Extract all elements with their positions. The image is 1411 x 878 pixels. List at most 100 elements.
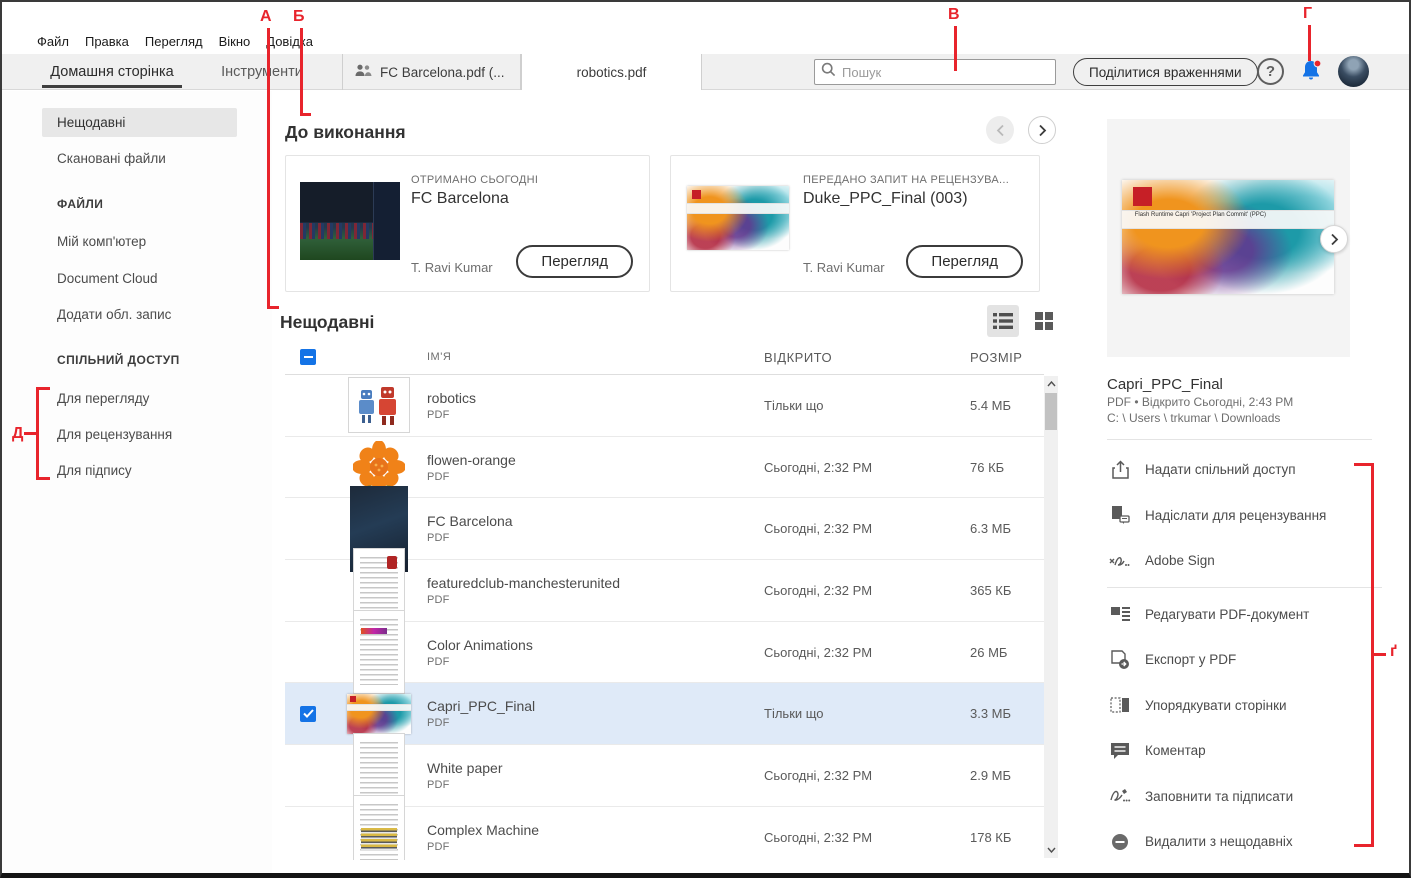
annotation-label-v: В (948, 6, 960, 23)
action-share[interactable]: Надати спільний доступ (1107, 447, 1382, 493)
column-header-size[interactable]: РОЗМІР (970, 350, 1044, 365)
scroll-up-icon[interactable] (1044, 377, 1058, 391)
scroll-down-icon[interactable] (1044, 843, 1058, 857)
action-comment[interactable]: Коментар (1107, 728, 1382, 774)
menu-file[interactable]: Файл (29, 34, 77, 49)
file-opened: Сьогодні, 2:32 PM (764, 767, 873, 783)
sidebar-header-files: ФАЙЛИ (57, 197, 104, 211)
action-adobe-sign[interactable]: Adobe Sign (1107, 538, 1382, 584)
tab-document-fc-barcelona[interactable]: FC Barcelona.pdf (... (342, 54, 521, 90)
robotics-thumbnail (348, 377, 410, 434)
divider (1107, 586, 1382, 588)
sidebar-item-my-computer[interactable]: Мій комп'ютер (42, 227, 237, 256)
details-file-path: C: \ Users \ trkumar \ Downloads (1107, 411, 1281, 425)
people-icon (355, 64, 372, 80)
vertical-scrollbar[interactable] (1044, 376, 1058, 858)
file-size: 3.3 МБ (970, 706, 1012, 722)
slide-title-band (347, 704, 411, 711)
action-label: Видалити з нещодавніх (1145, 834, 1293, 850)
adobe-logo (350, 696, 356, 702)
grid-view-icon[interactable] (1028, 305, 1060, 337)
menu-window[interactable]: Вікно (211, 34, 259, 49)
view-button[interactable]: Перегляд (516, 245, 633, 278)
preview-next-page-button[interactable] (1320, 225, 1348, 253)
send-review-icon (1109, 505, 1131, 525)
action-export-pdf[interactable]: Експорт у PDF (1107, 637, 1382, 683)
file-type: PDF (427, 470, 450, 483)
card-title: Duke_PPC_Final (003) (803, 190, 968, 207)
search-input[interactable] (842, 64, 1049, 80)
file-name: Complex Machine (427, 821, 540, 838)
annotation-bracket-d-top (36, 387, 50, 390)
view-button[interactable]: Перегляд (906, 245, 1023, 278)
user-avatar[interactable] (1338, 56, 1369, 87)
search-icon (821, 62, 836, 82)
tab-home[interactable]: Домашня сторінка (32, 54, 192, 90)
file-type: PDF (427, 778, 450, 791)
action-label: Заповнити та підписати (1145, 788, 1294, 804)
annotation-line-b (300, 28, 303, 116)
file-row-color-animations[interactable]: Color Animations PDF Сьогодні, 2:32 PM 26… (285, 610, 1044, 695)
file-type: PDF (427, 532, 450, 545)
file-size: 5.4 МБ (970, 397, 1012, 413)
sidebar-item-scans[interactable]: Скановані файли (42, 144, 237, 173)
share-upload-icon (1109, 460, 1131, 480)
tab-document-robotics[interactable]: robotics.pdf (521, 54, 702, 90)
todo-card-fc-barcelona[interactable]: ОТРИМАНО СЬОГОДНІ FC Barcelona T. Ravi K… (285, 155, 650, 292)
annotation-label-g: Г (1303, 5, 1313, 22)
capri-thumbnail (347, 693, 411, 734)
todo-card-duke-ppc[interactable]: ПЕРЕДАНО ЗАПИТ НА РЕЦЕНЗУВА... Duke_PPC_… (670, 155, 1040, 292)
file-name: Capri_PPC_Final (427, 698, 536, 715)
fill-sign-icon (1109, 788, 1131, 804)
sidebar-item-for-viewing[interactable]: Для перегляду (42, 384, 237, 413)
file-name: White paper (427, 759, 503, 776)
card-owner: T. Ravi Kumar (803, 260, 885, 275)
edit-pdf-icon (1109, 605, 1131, 623)
help-icon[interactable]: ? (1257, 58, 1284, 85)
file-row-robotics[interactable]: robotics PDF Тільки що 5.4 МБ (285, 375, 1044, 437)
action-label: Експорт у PDF (1145, 652, 1237, 668)
sidebar-item-recent[interactable]: Нещодавні (42, 108, 237, 137)
sidebar-item-for-review[interactable]: Для рецензування (42, 420, 237, 449)
file-size: 76 КБ (970, 459, 1005, 475)
slide-title-band (687, 202, 789, 214)
file-actions-panel: Надати спільний доступ Надіслати для рец… (1107, 447, 1382, 865)
organize-pages-icon (1109, 695, 1131, 715)
row-checkbox-checked[interactable] (300, 705, 316, 722)
action-label: Надіслати для рецензування (1145, 507, 1327, 523)
column-header-opened[interactable]: ВІДКРИТО (764, 350, 970, 365)
action-label: Упорядкувати сторінки (1145, 697, 1287, 713)
sidebar-item-document-cloud[interactable]: Document Cloud (42, 264, 237, 293)
file-type: PDF (427, 655, 450, 668)
remove-recent-icon (1109, 833, 1131, 851)
sidebar: Нещодавні Скановані файли ФАЙЛИ Мій комп… (2, 91, 272, 873)
action-send-for-review[interactable]: Надіслати для рецензування (1107, 493, 1382, 539)
sidebar-item-for-signature[interactable]: Для підпису (42, 456, 237, 485)
file-row-complex-machine[interactable]: Complex Machine PDF Сьогодні, 2:32 PM 178… (285, 795, 1044, 860)
scrollbar-thumb[interactable] (1045, 393, 1057, 430)
action-edit-pdf[interactable]: Редагувати PDF-документ (1107, 592, 1382, 638)
action-fill-and-sign[interactable]: Заповнити та підписати (1107, 774, 1382, 820)
action-remove-from-recent[interactable]: Видалити з нещодавніх (1107, 819, 1382, 865)
complex-machine-thumbnail (353, 795, 405, 860)
share-feedback-button[interactable]: Поділитися враженнями (1073, 58, 1258, 86)
carousel-prev-button[interactable] (986, 116, 1014, 144)
file-type: PDF (427, 408, 450, 421)
file-opened: Сьогодні, 2:32 PM (764, 459, 873, 475)
file-size: 26 МБ (970, 644, 1008, 660)
sidebar-item-add-account[interactable]: Додати обл. запис (42, 300, 237, 329)
menu-edit[interactable]: Правка (77, 34, 137, 49)
recent-table-header: ІМ'Я ВІДКРИТО РОЗМІР (285, 342, 1044, 372)
color-animations-thumbnail (353, 610, 405, 695)
action-label: Надати спільний доступ (1145, 462, 1296, 478)
column-header-name[interactable]: ІМ'Я (427, 351, 764, 363)
help-glyph: ? (1265, 63, 1276, 80)
list-view-icon[interactable] (987, 305, 1019, 337)
bell-icon[interactable] (1296, 57, 1326, 87)
carousel-next-button[interactable] (1028, 116, 1056, 144)
action-organize-pages[interactable]: Упорядкувати сторінки (1107, 683, 1382, 729)
recent-section-title: Нещодавні (280, 312, 375, 332)
menu-view[interactable]: Перегляд (137, 34, 211, 49)
select-all-checkbox[interactable] (300, 349, 316, 365)
tab-tools[interactable]: Інструменти (202, 54, 322, 90)
